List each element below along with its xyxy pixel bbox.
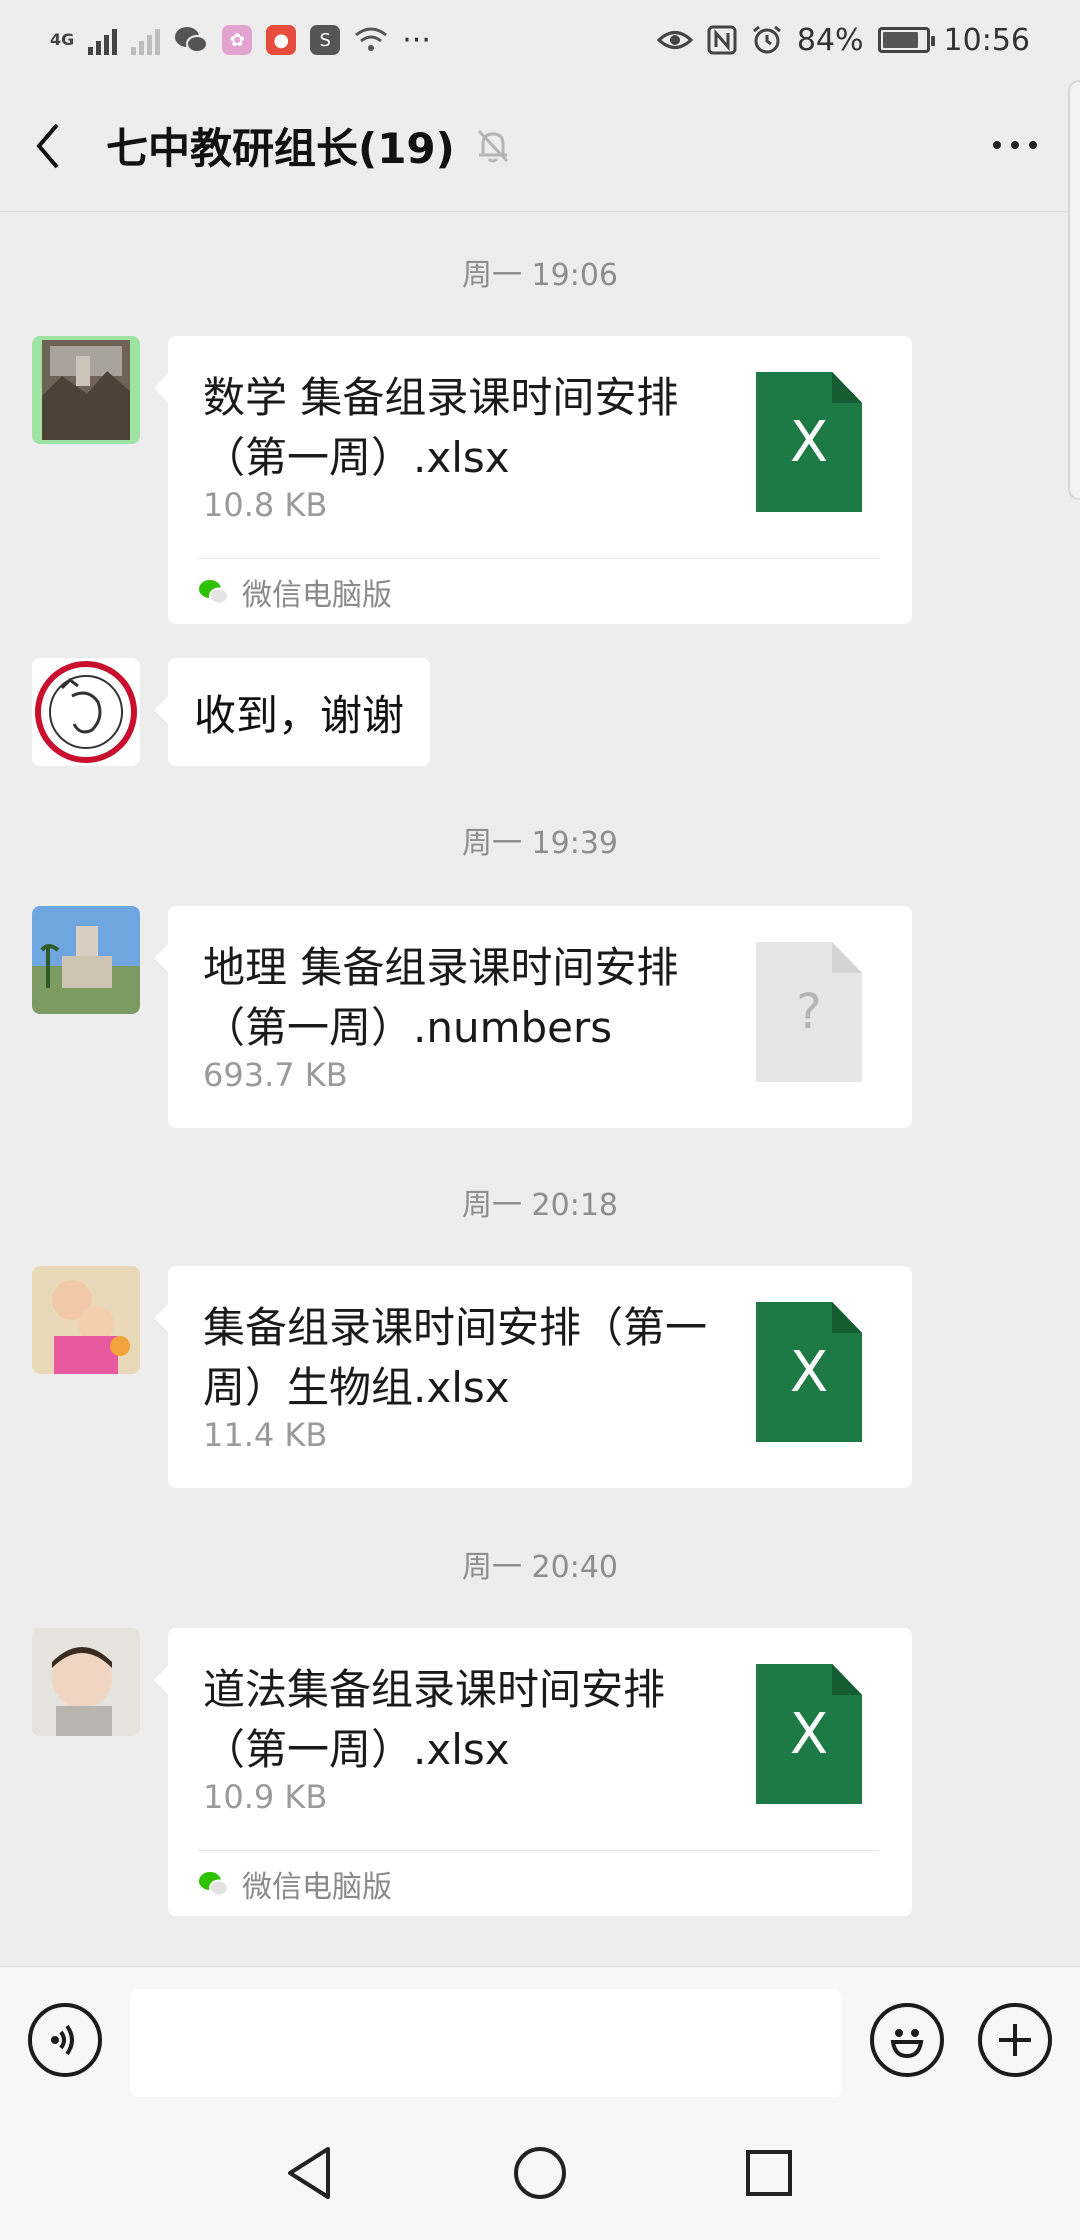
system-navigation-bar <box>0 2108 1080 2240</box>
message-text: 收到，谢谢 <box>194 690 405 740</box>
signal-strength-icon <box>88 25 118 55</box>
more-notifications-icon: ··· <box>402 22 431 58</box>
battery-icon <box>877 27 935 53</box>
alarm-icon <box>752 25 781 54</box>
voice-input-button[interactable] <box>28 2003 102 2077</box>
ajax-avatar-image <box>32 658 140 766</box>
file-name: 数学 集备组录课时间安排（第一周）.xlsx <box>203 373 679 482</box>
file-message-bubble[interactable]: 地理 集备组录课时间安排（第一周）.numbers 693.7 KB ? <box>154 906 912 1128</box>
file-name: 地理 集备组录课时间安排（第一周）.numbers <box>203 943 679 1052</box>
timestamp: 周一 20:40 <box>462 1550 618 1585</box>
unknown-file-icon: ? <box>756 942 862 1082</box>
message-source: 微信电脑版 <box>198 1850 879 1916</box>
status-bar-right: 84% 10:56 <box>656 22 1030 58</box>
wechat-notification-icon <box>175 27 209 53</box>
wifi-icon <box>355 27 388 51</box>
triangle-back-icon <box>288 2147 330 2199</box>
file-size: 693.7 KB <box>203 1056 348 1094</box>
avatar[interactable] <box>32 658 140 766</box>
message-source-label: 微信电脑版 <box>242 577 392 613</box>
file-message-bubble[interactable]: 集备组录课时间安排（第一周）生物组.xlsx 11.4 KB X <box>154 1266 912 1488</box>
excel-file-icon: X <box>756 1664 862 1804</box>
battery-level-fill <box>882 32 918 48</box>
excel-icon-letter: X <box>789 409 829 475</box>
avatar[interactable] <box>32 336 140 444</box>
avatar[interactable] <box>32 1266 140 1374</box>
excel-file-icon: X <box>756 372 862 512</box>
message-input-bar <box>0 1966 1080 2108</box>
nfc-icon <box>707 25 737 55</box>
more-options-button[interactable] <box>980 110 1050 180</box>
excel-icon-letter: X <box>789 1339 829 1405</box>
app-s-icon: S <box>310 25 341 55</box>
message-source-label: 微信电脑版 <box>242 1869 392 1905</box>
file-size: 10.9 KB <box>203 1778 328 1816</box>
smiley-icon <box>890 2029 924 2059</box>
chat-title[interactable]: 七中教研组长(19) <box>106 115 455 176</box>
more-functions-button[interactable] <box>978 2003 1052 2077</box>
voice-icon <box>51 2024 74 2056</box>
battery-percent: 84% <box>796 22 864 58</box>
file-message-bubble[interactable]: 道法集备组录课时间安排（第一周）.xlsx 10.9 KB X 微信电脑版 <box>154 1628 912 1916</box>
avatar-image <box>32 336 140 444</box>
file-size: 10.8 KB <box>203 486 328 524</box>
timestamp: 周一 19:06 <box>462 258 618 293</box>
more-dot-icon <box>993 141 1001 149</box>
back-button[interactable] <box>0 80 96 211</box>
more-dot-icon <box>1011 141 1019 149</box>
map-app-icon: ● <box>266 25 297 55</box>
avatar[interactable] <box>32 906 140 1014</box>
more-dot-icon <box>1029 141 1037 149</box>
nav-recents-button[interactable] <box>734 2138 804 2208</box>
nav-back-button[interactable] <box>274 2138 344 2208</box>
avatar[interactable] <box>32 1628 140 1736</box>
status-bar: 4G ✿ ● S ··· 84% 10:56 <box>0 0 1080 80</box>
avatar-image <box>32 906 140 1014</box>
signal-strength-secondary-icon <box>131 25 161 55</box>
message-source: 微信电脑版 <box>198 558 879 624</box>
unknown-file-icon-glyph: ? <box>796 984 822 1040</box>
plus-icon <box>999 2024 1031 2056</box>
message-text-input[interactable] <box>130 1989 842 2097</box>
muted-bell-icon <box>477 129 508 162</box>
wechat-logo-icon <box>199 1871 229 1896</box>
chevron-left-icon <box>36 123 59 168</box>
square-recents-icon <box>746 2150 792 2196</box>
emoji-button[interactable] <box>870 2003 944 2077</box>
circle-home-icon <box>514 2147 566 2199</box>
status-bar-left: 4G ✿ ● S ··· <box>50 23 431 58</box>
excel-icon-letter: X <box>789 1701 829 1767</box>
timestamp: 周一 19:39 <box>462 826 618 861</box>
eye-comfort-icon <box>656 31 693 49</box>
chat-header: 七中教研组长(19) <box>0 80 1080 212</box>
clock-time: 10:56 <box>943 22 1030 58</box>
wechat-logo-icon <box>199 579 229 604</box>
nav-home-button[interactable] <box>505 2138 575 2208</box>
excel-file-icon: X <box>756 1302 862 1442</box>
avatar-image <box>32 1628 140 1736</box>
file-name: 道法集备组录课时间安排（第一周）.xlsx <box>203 1665 666 1774</box>
timestamp: 周一 20:18 <box>462 1188 618 1223</box>
avatar-image <box>32 1266 140 1374</box>
text-message-bubble[interactable]: 收到，谢谢 <box>153 658 431 766</box>
file-message-bubble[interactable]: 数学 集备组录课时间安排（第一周）.xlsx 10.8 KB X 微信电脑版 <box>154 336 912 624</box>
network-type-label: 4G <box>50 30 75 49</box>
file-name: 集备组录课时间安排（第一周）生物组.xlsx <box>203 1303 708 1412</box>
photos-app-icon: ✿ <box>222 25 253 55</box>
file-size: 11.4 KB <box>203 1416 328 1454</box>
